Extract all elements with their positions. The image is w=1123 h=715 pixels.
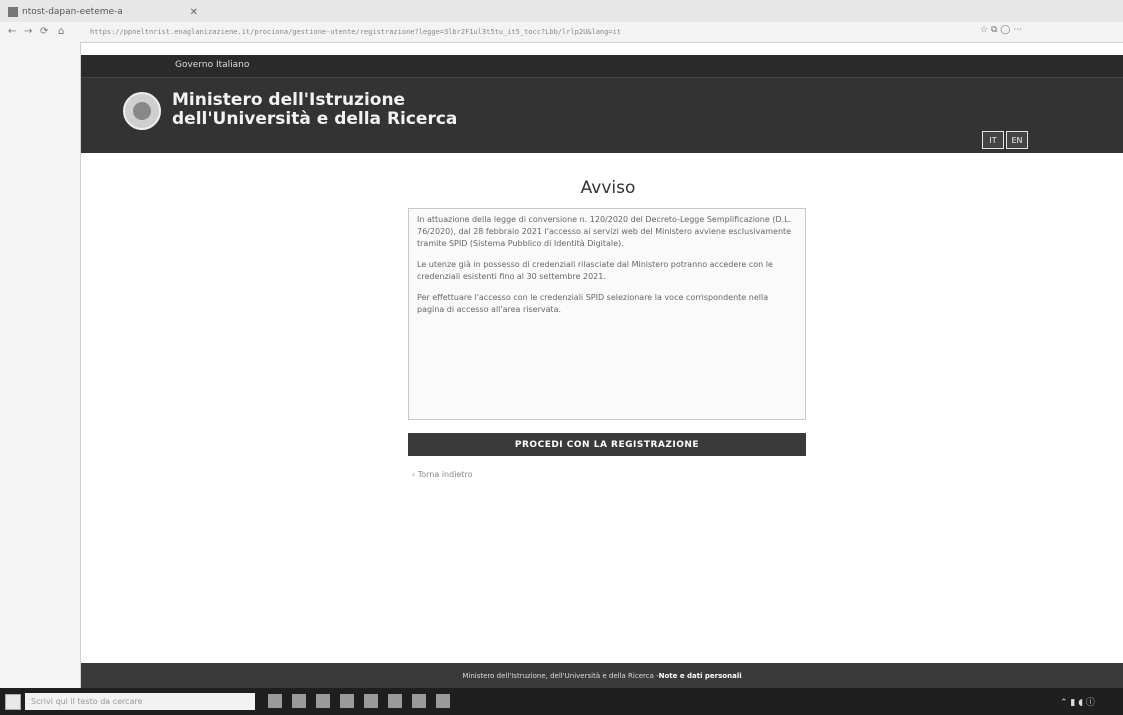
notice-box: In attuazione della legge di conversione… (408, 208, 806, 420)
browser-tab-bar: ntost-dapan-eeteme-a ✕ (0, 0, 1123, 22)
store-icon[interactable] (364, 694, 378, 708)
home-icon[interactable]: ⌂ (58, 26, 64, 37)
tab-title: ntost-dapan-eeteme-a (22, 7, 123, 17)
site-header: Governo Italiano Ministero dell'Istruzio… (81, 55, 1123, 153)
taskbar: Scrivi qui il testo da cercare ⌃ ▮ ◖ ⓘ (0, 688, 1123, 715)
page-title: Avviso (580, 178, 636, 198)
favicon-icon (8, 7, 18, 17)
ministry-title[interactable]: Ministero dell'Istruzione dell'Universit… (172, 91, 457, 129)
task-view-icon[interactable] (292, 694, 306, 708)
footer-link[interactable]: Note e dati personali (659, 672, 742, 680)
edge-browser-icon[interactable] (316, 694, 330, 708)
footer-text: Ministero dell'Istruzione, dell'Universi… (462, 671, 659, 680)
office-icon[interactable] (412, 694, 426, 708)
lang-button-en[interactable]: EN (1006, 131, 1028, 149)
lang-button-it[interactable]: IT (982, 131, 1004, 149)
profile-icon[interactable]: ◯ (1000, 25, 1010, 35)
gov-label[interactable]: Governo Italiano (175, 60, 249, 70)
window-left-edge (0, 42, 81, 688)
mail-icon[interactable] (388, 694, 402, 708)
republic-emblem-icon (123, 92, 161, 130)
notice-paragraph-3: Per effettuare l'accesso con le credenzi… (417, 293, 769, 314)
back-arrow-icon[interactable]: ← (8, 26, 16, 37)
close-tab-icon[interactable]: ✕ (190, 7, 198, 18)
menu-dots-icon[interactable]: ⋯ (1013, 25, 1022, 35)
taskbar-search-input[interactable]: Scrivi qui il testo da cercare (25, 693, 255, 710)
ministry-title-line1: Ministero dell'Istruzione (172, 90, 406, 110)
system-tray[interactable]: ⌃ ▮ ◖ ⓘ (1060, 695, 1095, 708)
forward-arrow-icon[interactable]: → (24, 26, 32, 37)
favorites-star-icon[interactable]: ☆ (980, 25, 988, 35)
browser-toolbar-right: ☆ ⧉ ◯ ⋯ (980, 25, 1022, 35)
ministry-title-line2: dell'Università e della Ricerca (172, 109, 458, 129)
notice-paragraph-2: Le utenze già in possesso di credenziali… (417, 260, 773, 281)
notice-paragraph-1: In attuazione della legge di conversione… (417, 215, 792, 248)
refresh-icon[interactable]: ⟳ (40, 26, 48, 37)
browser-tab[interactable]: ntost-dapan-eeteme-a ✕ (8, 4, 198, 20)
site-footer: Ministero dell'Istruzione, dell'Universi… (81, 663, 1123, 688)
start-button-icon[interactable] (5, 694, 21, 710)
address-bar: ← → ⟳ ⌂ https://ppneltnrist.enaglanizazi… (0, 22, 1123, 43)
file-explorer-icon[interactable] (340, 694, 354, 708)
back-link[interactable]: ‹ Torna indietro (412, 470, 473, 479)
gov-strip: Governo Italiano (81, 55, 1123, 78)
proceed-registration-button[interactable]: PROCEDI CON LA REGISTRAZIONE (408, 433, 806, 456)
emblem-center (133, 102, 151, 120)
url-field[interactable]: https://ppneltnrist.enaglanizaziene.it/p… (90, 25, 970, 39)
cortana-icon[interactable] (268, 694, 282, 708)
collections-icon[interactable]: ⧉ (991, 25, 997, 35)
app-icon[interactable] (436, 694, 450, 708)
